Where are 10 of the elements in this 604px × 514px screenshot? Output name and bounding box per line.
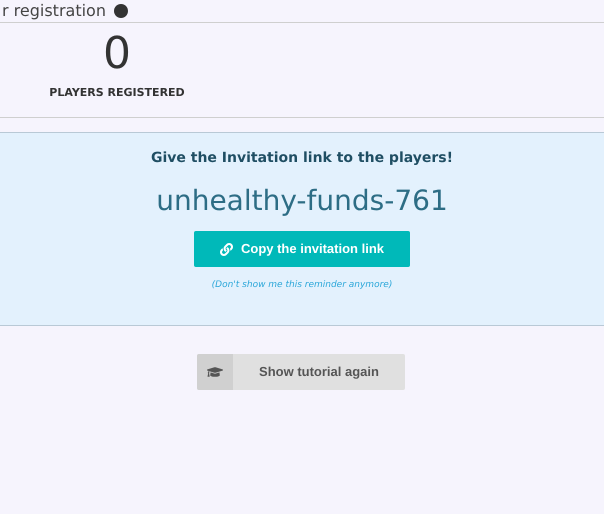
link-icon xyxy=(220,242,233,256)
dismiss-reminder-link[interactable]: (Don't show me this reminder anymore) xyxy=(212,279,392,292)
invitation-heading: Give the Invitation link to the players! xyxy=(150,149,454,168)
copy-link-button[interactable]: Copy the invitation link xyxy=(194,231,410,267)
stat-label: PLAYERS REGISTERED xyxy=(49,85,185,101)
show-tutorial-button[interactable]: Show tutorial again xyxy=(197,354,405,390)
invitation-code: unhealthy-funds-761 xyxy=(156,183,448,219)
section-title: r registration xyxy=(2,1,106,21)
graduation-cap-icon xyxy=(207,364,223,380)
stat-value: 0 xyxy=(103,27,131,81)
